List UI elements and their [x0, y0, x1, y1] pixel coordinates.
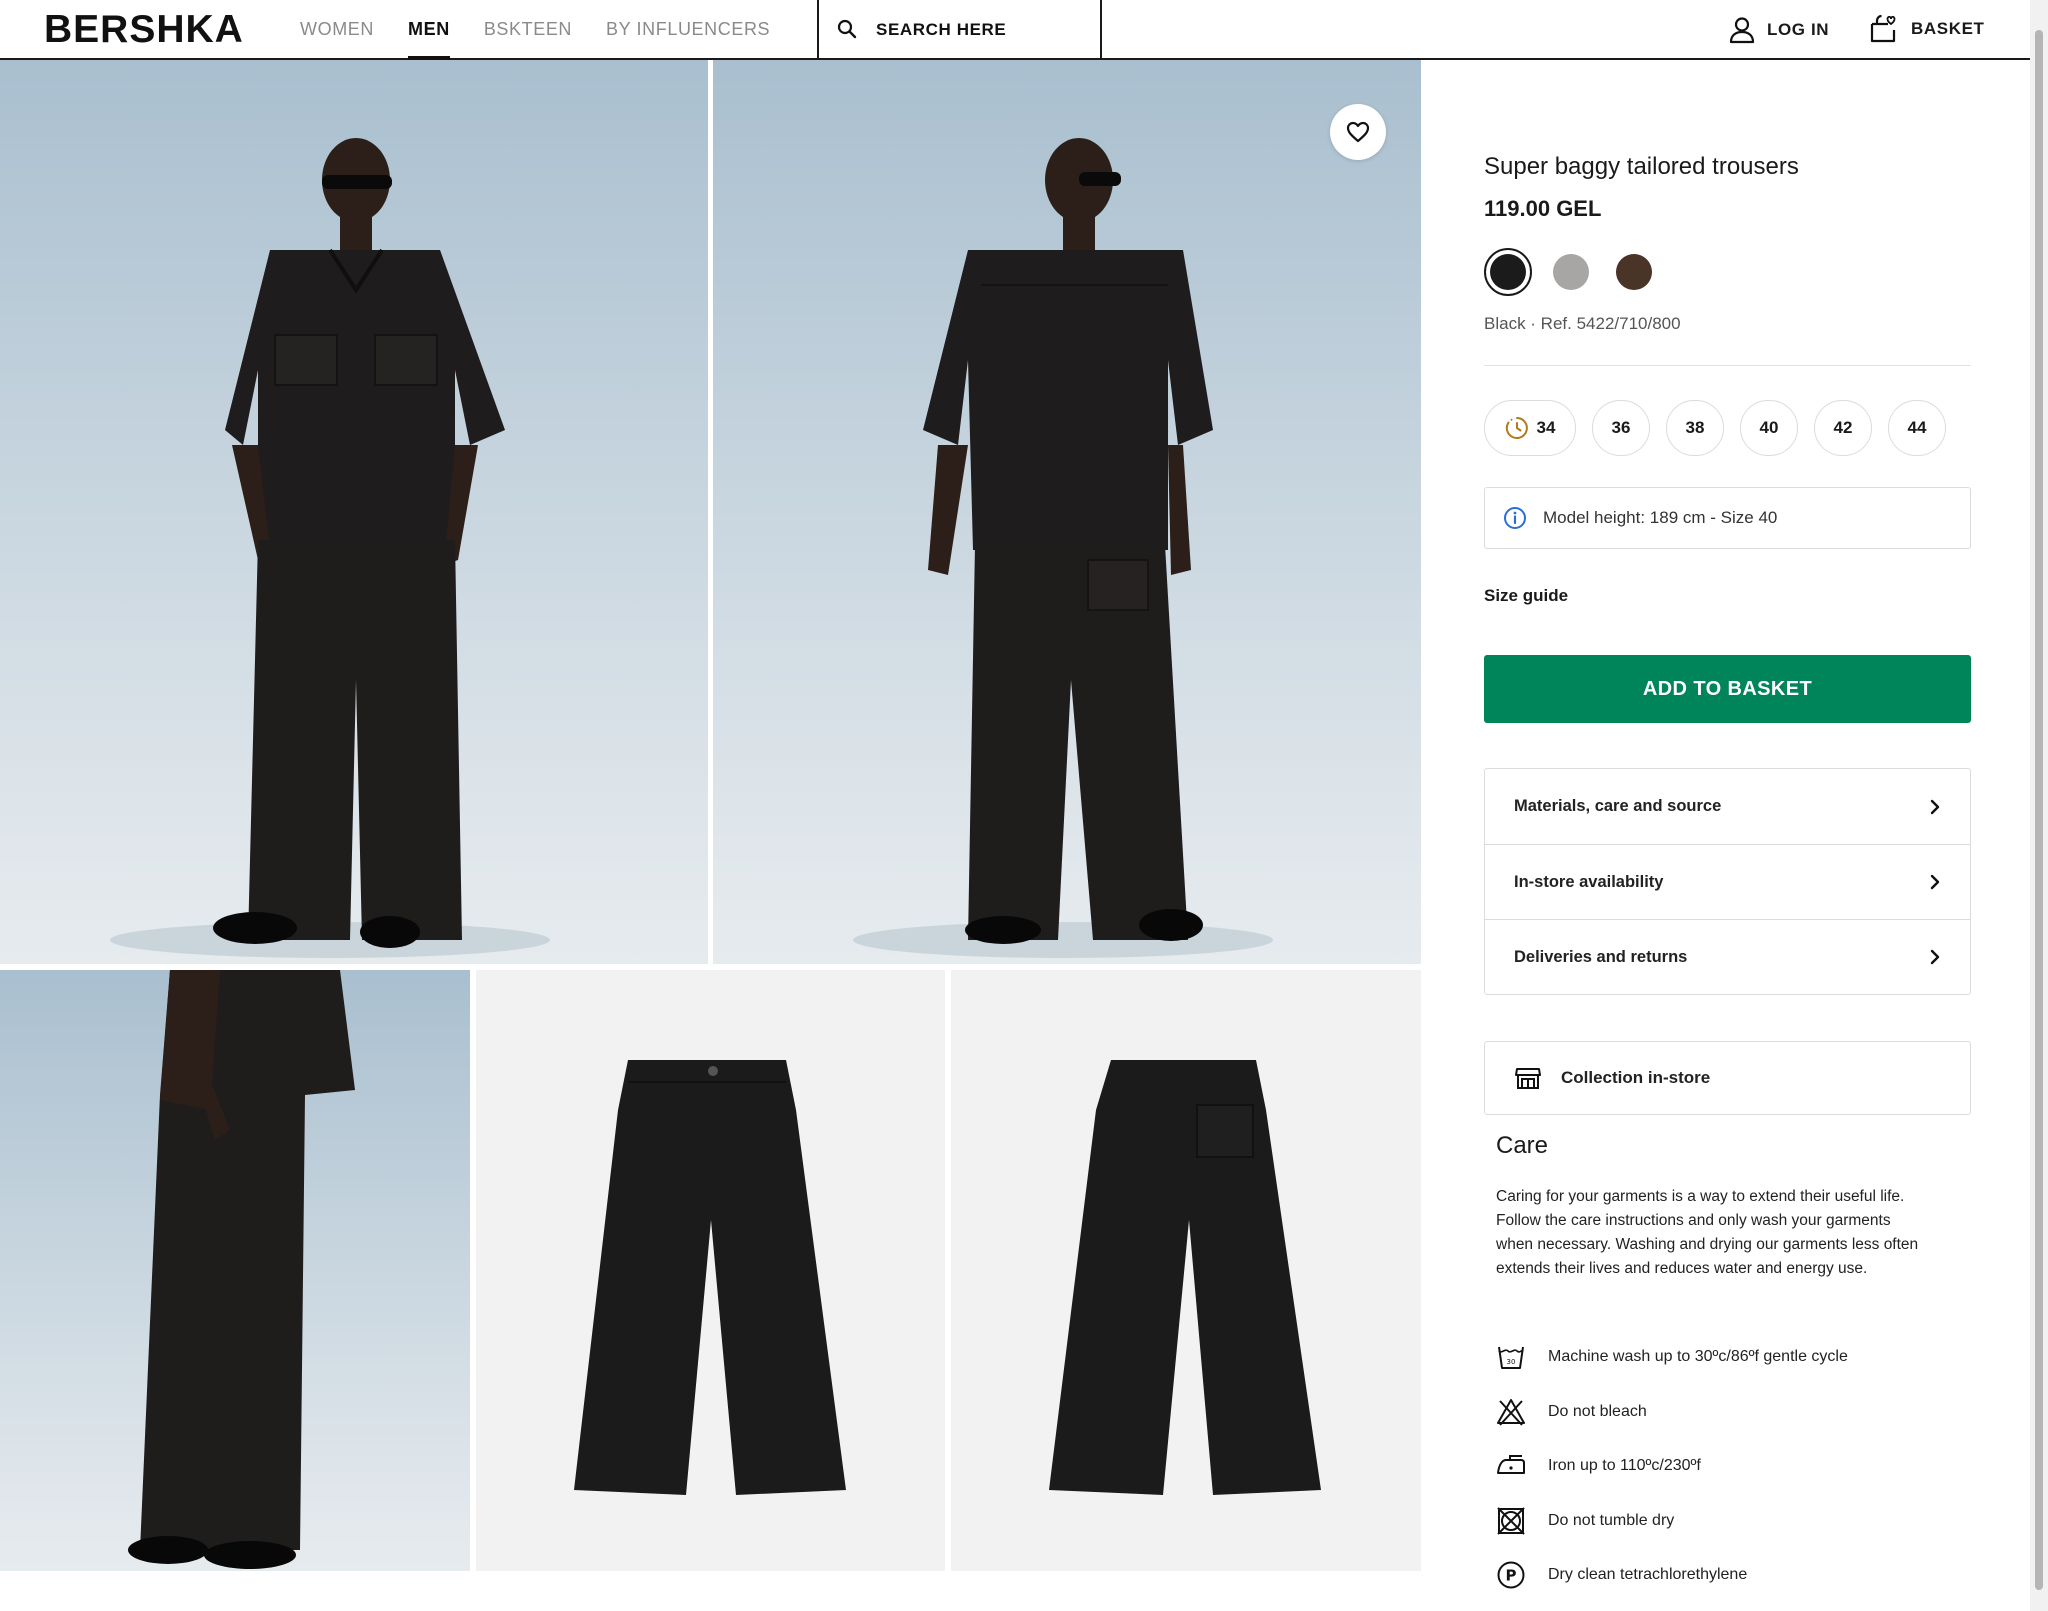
collection-in-store-button[interactable]: Collection in-store [1484, 1041, 1971, 1115]
no-bleach-icon [1497, 1398, 1525, 1426]
product-details-accordion: Materials, care and source In-store avai… [1484, 768, 1971, 995]
clock-icon [1505, 417, 1528, 439]
accordion-deliveries-returns[interactable]: Deliveries and returns [1485, 919, 1970, 994]
search-box[interactable]: SEARCH HERE [817, 0, 1102, 58]
care-item-label: Do not bleach [1548, 1402, 1647, 1420]
color-swatch-brown[interactable] [1610, 248, 1658, 296]
product-price: 119.00 GEL [1484, 196, 1602, 221]
accordion-label: In-store availability [1514, 872, 1664, 891]
care-item-label: Dry clean tetrachlorethylene [1548, 1566, 1748, 1584]
care-item: 30 Machine wash up to 30ºc/86ºf gentle c… [1496, 1330, 1848, 1385]
product-title: Super baggy tailored trousers [1484, 153, 1799, 180]
size-option-42[interactable]: 42 [1814, 400, 1872, 456]
nav-by-influencers[interactable]: BY INFLUENCERS [606, 0, 770, 58]
size-guide-link[interactable]: Size guide [1484, 586, 1568, 606]
login-label: LOG IN [1767, 20, 1830, 39]
basket-icon [1870, 14, 1896, 43]
care-instructions-list: 30 Machine wash up to 30ºc/86ºf gentle c… [1496, 1330, 1848, 1603]
page-scrollbar[interactable] [2030, 0, 2048, 1611]
size-option-36[interactable]: 36 [1592, 400, 1650, 456]
chevron-right-icon [1930, 874, 1940, 890]
accordion-materials-care[interactable]: Materials, care and source [1485, 769, 1970, 844]
top-navigation-bar: BERSHKA WOMEN MEN BSKTEEN BY INFLUENCERS… [0, 0, 2030, 60]
iron-icon [1497, 1455, 1525, 1475]
size-label: 34 [1536, 418, 1556, 437]
divider [1484, 365, 1971, 366]
dry-clean-p-icon: P [1497, 1561, 1525, 1589]
product-color-reference: Black · Ref. 5422/710/800 [1484, 314, 1681, 333]
search-placeholder: SEARCH HERE [876, 20, 1007, 39]
care-item: Do not tumble dry [1496, 1494, 1848, 1549]
size-option-40[interactable]: 40 [1740, 400, 1798, 456]
color-dot [1490, 254, 1526, 290]
care-item-label: Do not tumble dry [1548, 1511, 1675, 1529]
chevron-right-icon [1930, 799, 1940, 814]
search-icon [837, 19, 857, 39]
basket-link[interactable]: BASKET [1869, 13, 1985, 45]
care-heading: Care [1496, 1132, 1549, 1159]
care-item: Do not bleach [1496, 1385, 1848, 1440]
svg-text:P: P [1506, 1567, 1517, 1585]
store-icon [1515, 1068, 1541, 1089]
care-item-label: Machine wash up to 30ºc/86ºf gentle cycl… [1548, 1348, 1848, 1366]
nav-bskteen[interactable]: BSKTEEN [484, 0, 572, 58]
size-selector: 34 36 38 40 42 44 [1484, 400, 1962, 456]
nav-men[interactable]: MEN [408, 0, 450, 60]
color-dot [1553, 254, 1589, 290]
info-icon [1504, 507, 1526, 529]
care-description: Caring for your garments is a way to ext… [1496, 1188, 1919, 1277]
nav-women[interactable]: WOMEN [300, 0, 374, 58]
product-image-side-detail[interactable] [0, 970, 470, 1571]
product-image-flat-back[interactable] [951, 970, 1421, 1571]
accordion-label: Deliveries and returns [1514, 947, 1688, 966]
no-tumble-dry-icon [1497, 1507, 1525, 1535]
product-image-flat-front[interactable] [476, 970, 945, 1571]
care-item: P Dry clean tetrachlorethylene [1496, 1548, 1848, 1603]
accordion-label: Materials, care and source [1514, 797, 1722, 815]
add-to-basket-button[interactable]: ADD TO BASKET [1484, 655, 1971, 723]
product-image-back-model[interactable] [713, 60, 1421, 964]
login-link[interactable]: LOG IN [1729, 14, 1829, 46]
size-option-34[interactable]: 34 [1484, 400, 1576, 456]
chevron-right-icon [1930, 949, 1940, 965]
heart-icon [1346, 121, 1370, 143]
color-swatch-black[interactable] [1484, 248, 1532, 296]
wash-30-icon: 30 [1498, 1347, 1524, 1370]
care-item-label: Iron up to 110ºc/230ºf [1548, 1457, 1701, 1475]
accordion-in-store-availability[interactable]: In-store availability [1485, 844, 1970, 919]
care-item: Iron up to 110ºc/230ºf [1496, 1439, 1848, 1494]
favorite-button[interactable] [1330, 104, 1386, 160]
model-info-box: Model height: 189 cm - Size 40 [1484, 487, 1971, 549]
product-image-front-model[interactable] [0, 60, 708, 964]
size-option-38[interactable]: 38 [1666, 400, 1724, 456]
basket-label: BASKET [1911, 19, 1985, 38]
user-icon [1729, 17, 1755, 44]
color-selector [1484, 248, 1673, 296]
scrollbar-thumb[interactable] [2035, 30, 2043, 1590]
size-option-44[interactable]: 44 [1888, 400, 1946, 456]
color-swatch-grey[interactable] [1547, 248, 1595, 296]
bershka-logo[interactable]: BERSHKA [44, 8, 244, 52]
collection-label: Collection in-store [1561, 1068, 1711, 1087]
model-info-text: Model height: 189 cm - Size 40 [1543, 508, 1778, 527]
main-nav: WOMEN MEN BSKTEEN BY INFLUENCERS [300, 0, 804, 60]
svg-text:30: 30 [1507, 1358, 1516, 1366]
color-dot [1616, 254, 1652, 290]
